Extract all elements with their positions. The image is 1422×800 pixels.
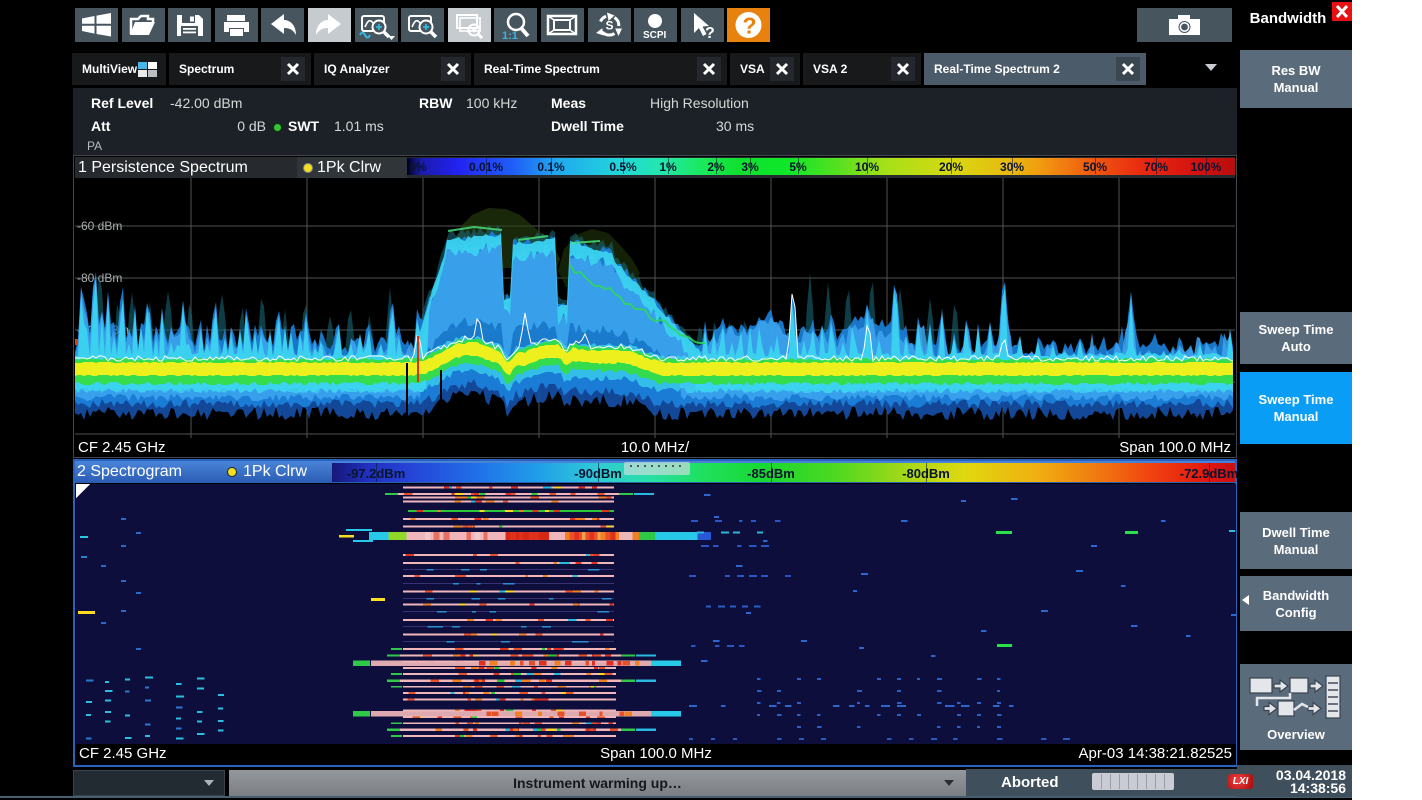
svg-text:?: ? xyxy=(743,13,757,39)
svg-text:SCPI: SCPI xyxy=(643,30,667,41)
svg-text:-60 dBm: -60 dBm xyxy=(77,219,122,233)
svg-text:1:1: 1:1 xyxy=(502,30,518,42)
svg-text:?: ? xyxy=(705,25,715,42)
svg-text:S: S xyxy=(606,19,614,33)
